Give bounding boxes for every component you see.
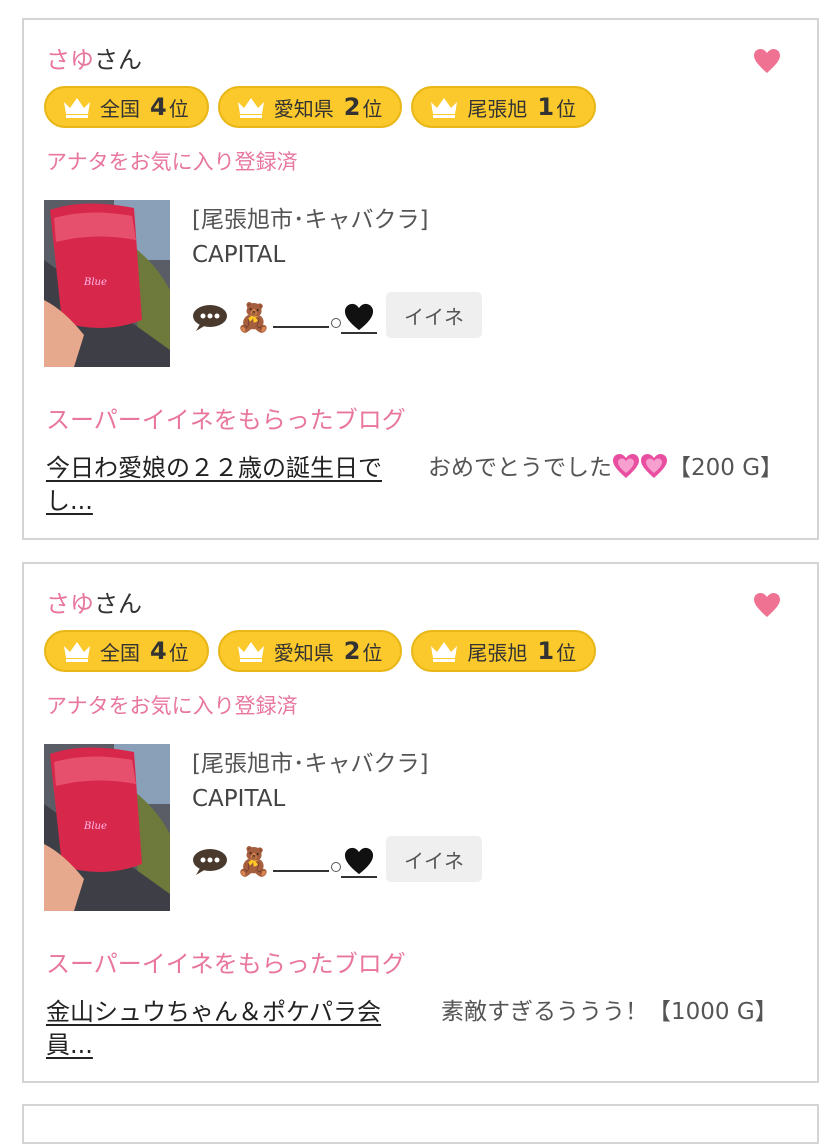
blog-link[interactable]: 今日わ愛娘の２２歳の誕生日でし... bbox=[46, 452, 406, 518]
pink-heart-icon bbox=[641, 454, 667, 478]
badge-region: 愛知県 bbox=[273, 640, 334, 665]
speech-bubble-icon bbox=[193, 305, 227, 331]
badge-unit: 位 bbox=[168, 96, 189, 121]
badge-region: 愛知県 bbox=[273, 96, 334, 121]
crown-icon bbox=[64, 98, 90, 118]
user-name-suffix: さん bbox=[94, 46, 142, 74]
crown-icon bbox=[237, 642, 264, 662]
blog-comment: おめでとうでした 【200 G】 bbox=[428, 452, 788, 485]
ranking-badge-prefecture[interactable]: 愛知県 2 位 bbox=[217, 86, 403, 128]
badge-rank: 4 bbox=[150, 93, 167, 121]
user-name-prefix[interactable]: さゆ bbox=[46, 590, 94, 618]
shop-area: [尾張旭市･キャバクラ] bbox=[192, 751, 429, 777]
badge-unit: 位 bbox=[556, 640, 577, 665]
shop-name[interactable]: CAPITAL bbox=[192, 242, 285, 268]
decoration-line bbox=[272, 852, 329, 872]
user-comment: 🧸 bbox=[192, 302, 377, 334]
crown-icon bbox=[64, 642, 90, 662]
teddy-bear-icon: 🧸 bbox=[236, 845, 271, 878]
decoration-line bbox=[272, 308, 329, 328]
user-name[interactable]: さゆさん bbox=[46, 590, 142, 618]
badge-region: 全国 bbox=[100, 640, 140, 665]
user-name-prefix[interactable]: さゆ bbox=[46, 46, 94, 74]
badge-region: 尾張旭 bbox=[467, 96, 528, 121]
ranking-badges: 全国 4 位 愛知県 2 位 尾張旭 1 位 bbox=[44, 630, 605, 672]
pink-heart-icon bbox=[613, 454, 639, 478]
badge-unit: 位 bbox=[362, 96, 383, 121]
blog-link[interactable]: 金山シュウちゃん＆ポケパラ会員... bbox=[46, 996, 406, 1062]
ranking-badge-national[interactable]: 全国 4 位 bbox=[44, 630, 209, 672]
favorite-status: アナタをお気に入り登録済 bbox=[46, 150, 298, 174]
user-card bbox=[22, 1104, 819, 1144]
shop-area: [尾張旭市･キャバクラ] bbox=[192, 207, 429, 233]
super-iine-title: スーパーイイネをもらったブログ bbox=[46, 950, 406, 978]
ranking-badge-prefecture[interactable]: 愛知県 2 位 bbox=[217, 630, 403, 672]
black-heart-icon bbox=[340, 847, 377, 878]
favorite-status: アナタをお気に入り登録済 bbox=[46, 694, 298, 718]
ranking-badge-national[interactable]: 全国 4 位 bbox=[44, 86, 209, 128]
iine-button[interactable]: イイネ bbox=[386, 292, 482, 338]
ranking-badge-city[interactable]: 尾張旭 1 位 bbox=[411, 86, 597, 128]
blog-reward: 【200 G】 bbox=[668, 455, 784, 481]
shop-name[interactable]: CAPITAL bbox=[192, 786, 285, 812]
crown-icon bbox=[431, 98, 458, 118]
user-card: さゆさん 全国 4 位 愛知県 2 位 尾張旭 1 位 アナタをお気に入り登録済… bbox=[22, 18, 819, 540]
user-card: さゆさん 全国 4 位 愛知県 2 位 尾張旭 1 位 アナタをお気に入り登録済… bbox=[22, 562, 819, 1083]
user-name[interactable]: さゆさん bbox=[46, 46, 142, 74]
badge-unit: 位 bbox=[168, 640, 189, 665]
ranking-badges: 全国 4 位 愛知県 2 位 尾張旭 1 位 bbox=[44, 86, 605, 128]
badge-rank: 2 bbox=[343, 637, 361, 665]
user-name-suffix: さん bbox=[94, 590, 142, 618]
crown-icon bbox=[237, 98, 264, 118]
blog-comment: 素敵すぎるううう！【1000 G】 bbox=[441, 999, 778, 1025]
badge-region: 尾張旭 bbox=[467, 640, 528, 665]
decoration-ring bbox=[330, 318, 341, 328]
blog-comment-text: おめでとうでした bbox=[428, 455, 612, 481]
super-iine-title: スーパーイイネをもらったブログ bbox=[46, 406, 406, 434]
crown-icon bbox=[431, 642, 458, 662]
svg-text:Blue: Blue bbox=[83, 277, 107, 288]
user-comment: 🧸 bbox=[192, 846, 377, 878]
decoration-ring bbox=[330, 862, 341, 872]
badge-rank: 1 bbox=[537, 637, 555, 665]
badge-unit: 位 bbox=[556, 96, 577, 121]
badge-unit: 位 bbox=[362, 640, 383, 665]
black-heart-icon bbox=[340, 303, 377, 334]
badge-rank: 4 bbox=[150, 637, 167, 665]
badge-rank: 1 bbox=[537, 93, 555, 121]
profile-photo[interactable]: Blue bbox=[44, 744, 170, 911]
speech-bubble-icon bbox=[193, 849, 227, 875]
teddy-bear-icon: 🧸 bbox=[236, 301, 271, 334]
svg-text:Blue: Blue bbox=[83, 821, 107, 832]
heart-icon[interactable] bbox=[753, 592, 781, 618]
badge-region: 全国 bbox=[100, 96, 140, 121]
iine-button[interactable]: イイネ bbox=[386, 836, 482, 882]
badge-rank: 2 bbox=[343, 93, 361, 121]
heart-icon[interactable] bbox=[753, 48, 781, 74]
ranking-badge-city[interactable]: 尾張旭 1 位 bbox=[411, 630, 597, 672]
profile-photo[interactable]: Blue bbox=[44, 200, 170, 367]
